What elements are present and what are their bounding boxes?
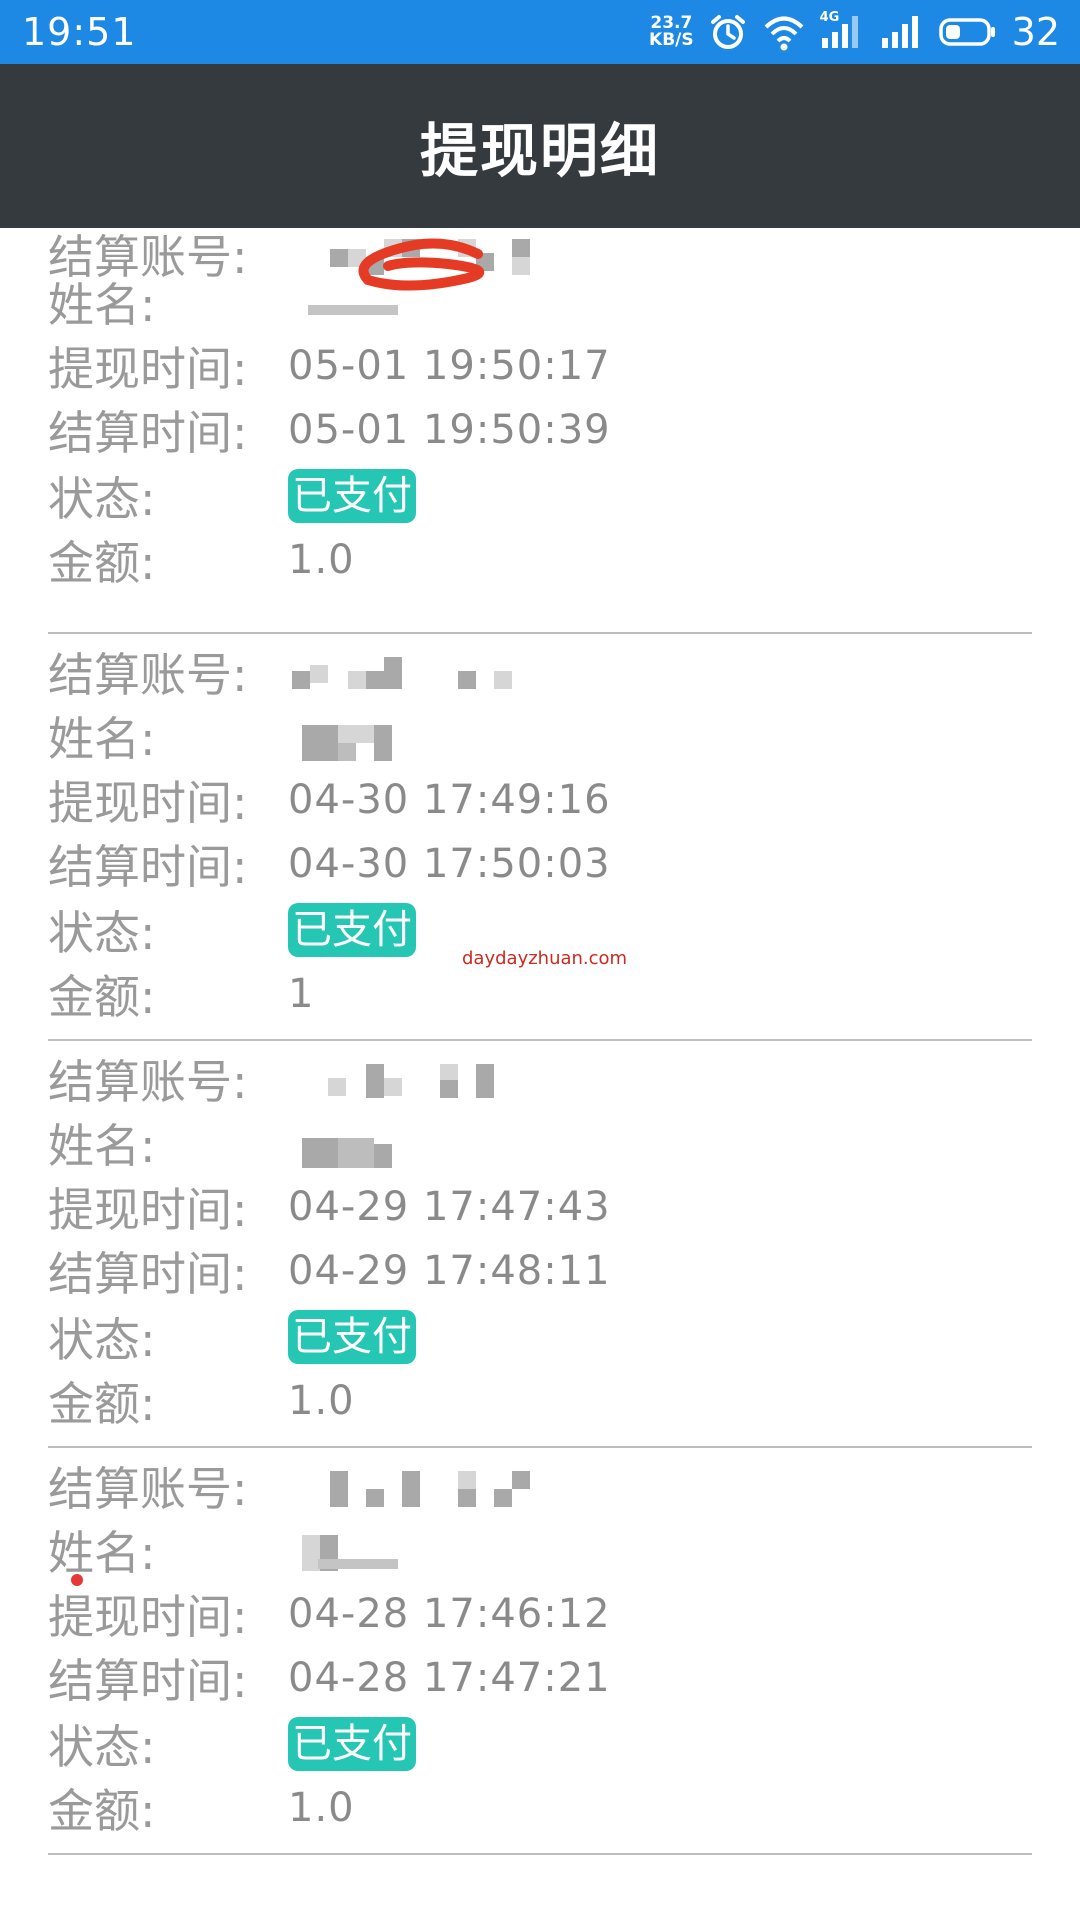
withdraw-time-value: 05-01 19:50:17 bbox=[288, 343, 611, 389]
status-icons: 23.7 KB/S 4G 32 bbox=[649, 0, 1060, 64]
name-redacted-mosaic bbox=[288, 1118, 548, 1168]
status-badge: 已支付 bbox=[288, 1717, 416, 1771]
network-speed-unit: KB/S bbox=[649, 30, 694, 50]
settle-time-value: 05-01 19:50:39 bbox=[288, 407, 611, 453]
amount-label: 金额: bbox=[48, 536, 156, 590]
withdraw-time-label: 提现时间: bbox=[48, 776, 248, 830]
account-redacted-mosaic bbox=[288, 1461, 548, 1511]
settle-time-value: 04-29 17:48:11 bbox=[288, 1248, 611, 1294]
signal-4g-icon: 4G bbox=[820, 10, 866, 52]
amount-value: 1.0 bbox=[288, 537, 355, 583]
name-label: 姓名: bbox=[48, 1526, 156, 1580]
status-label: 状态: bbox=[48, 906, 156, 960]
settle-time-label: 结算时间: bbox=[48, 406, 248, 460]
signal-icon bbox=[881, 16, 918, 48]
amount-label: 金额: bbox=[48, 1784, 156, 1838]
amount-label: 金额: bbox=[48, 1377, 156, 1431]
status-badge: 已支付 bbox=[288, 903, 416, 957]
name-label: 姓名: bbox=[48, 278, 156, 332]
amount-value: 1.0 bbox=[288, 1378, 355, 1424]
name-label: 姓名: bbox=[48, 712, 156, 766]
name-redacted-mosaic bbox=[288, 1525, 548, 1575]
account-label: 结算账号: bbox=[48, 648, 248, 702]
withdraw-time-value: 04-29 17:47:43 bbox=[288, 1184, 611, 1230]
battery-level: 32 bbox=[1011, 10, 1060, 54]
amount-label: 金额: bbox=[48, 970, 156, 1024]
status-bar: 19:51 23.7 KB/S 4G 32 bbox=[0, 0, 1080, 64]
account-label: 结算账号: bbox=[48, 1055, 248, 1109]
battery-icon bbox=[938, 18, 995, 46]
account-redacted-mosaic bbox=[288, 1054, 548, 1104]
network-speed: 23.7 KB/S bbox=[649, 15, 694, 49]
page-title: 提现明细 bbox=[419, 117, 660, 185]
settle-time-value: 04-30 17:50:03 bbox=[288, 841, 611, 887]
wifi-icon bbox=[764, 16, 804, 51]
withdraw-time-label: 提现时间: bbox=[48, 1183, 248, 1237]
title-bar: 提现明细 bbox=[0, 64, 1080, 228]
name-redacted-mosaic bbox=[288, 711, 548, 761]
withdraw-time-label: 提现时间: bbox=[48, 342, 248, 396]
amount-value: 1 bbox=[288, 971, 315, 1017]
watermark-text: daydayzhuan.com bbox=[462, 948, 628, 969]
name-label: 姓名: bbox=[48, 1119, 156, 1173]
red-dot-mark bbox=[71, 1574, 83, 1586]
status-badge: 已支付 bbox=[288, 469, 416, 523]
account-label: 结算账号: bbox=[48, 1462, 248, 1516]
settle-time-label: 结算时间: bbox=[48, 1654, 248, 1708]
withdraw-record: 结算账号: 姓名: 提现时间: 05-01 19:50:17 结算时间: 05-… bbox=[0, 228, 1080, 634]
withdraw-record: 结算账号: 姓名: 提现时间: 04-29 17:47:43 结算时间: 04-… bbox=[0, 1041, 1080, 1448]
status-badge: 已支付 bbox=[288, 1310, 416, 1364]
settle-time-label: 结算时间: bbox=[48, 1247, 248, 1301]
record-divider bbox=[48, 1853, 1032, 1855]
withdraw-time-value: 04-30 17:49:16 bbox=[288, 777, 611, 823]
status-label: 状态: bbox=[48, 472, 156, 526]
withdraw-time-label: 提现时间: bbox=[48, 1590, 248, 1644]
settle-time-value: 04-28 17:47:21 bbox=[288, 1655, 611, 1701]
account-redacted-mosaic bbox=[288, 647, 548, 697]
withdraw-record: 结算账号: 姓名: 提现时间: 04-28 17:46:12 结算时间: 04- bbox=[0, 1448, 1080, 1855]
withdraw-time-value: 04-28 17:46:12 bbox=[288, 1591, 611, 1637]
withdraw-list[interactable]: 结算账号: 姓名: 提现时间: 05-01 19:50:17 结算时间: 05-… bbox=[0, 228, 1080, 1855]
status-label: 状态: bbox=[48, 1720, 156, 1774]
name-redacted-mosaic bbox=[288, 277, 548, 327]
settle-time-label: 结算时间: bbox=[48, 840, 248, 894]
amount-value: 1.0 bbox=[288, 1785, 355, 1831]
alarm-icon bbox=[710, 15, 745, 49]
withdraw-record: 结算账号: 姓名: 提现时间: 04-30 17:49:16 结算时间: 04- bbox=[0, 634, 1080, 1041]
status-label: 状态: bbox=[48, 1313, 156, 1367]
status-time: 19:51 bbox=[22, 10, 137, 54]
